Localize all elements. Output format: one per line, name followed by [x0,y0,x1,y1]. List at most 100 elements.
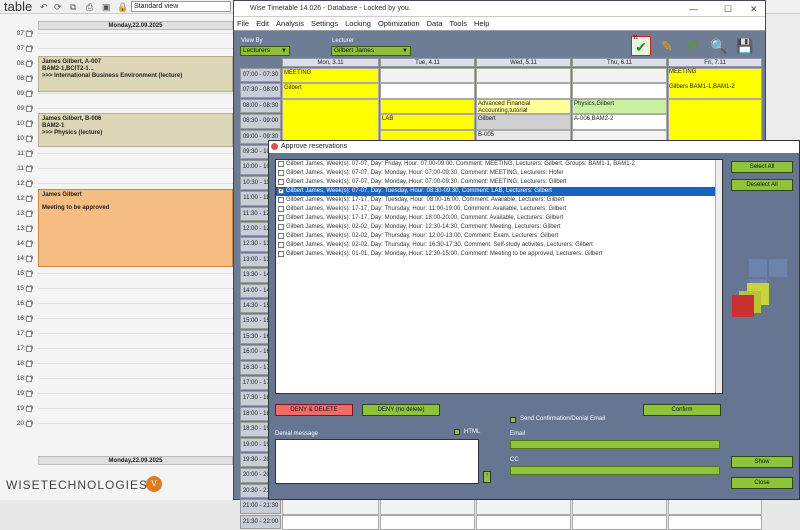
reservation-row[interactable]: Gilbert James, Week(s): 17-17, Day: Mond… [276,214,722,223]
denial-message-textarea[interactable] [275,439,479,484]
slot-checkbox[interactable] [26,316,32,322]
timetable-event[interactable]: MEETING [668,68,762,83]
timetable-event[interactable]: A-006,BAM2-2 [572,114,667,130]
timetable-event[interactable]: Advanced Financial Accounting,tutorial [476,98,571,115]
view-by-select[interactable]: Lecturers ▼ [240,46,290,56]
lecturer-select[interactable]: Gilbert James ▼ [331,46,411,56]
timetable-event[interactable]: Gilbers BAM1-1,BAM1-2 [668,83,762,98]
reservation-checkbox[interactable] [278,251,284,257]
grid-cell[interactable] [282,499,379,515]
reservation-checkbox[interactable] [278,179,284,185]
slot-checkbox[interactable] [26,181,32,187]
slot-checkbox[interactable] [26,136,32,142]
event-block[interactable]: James Gilbert, A-007 BAM2-1,BCIT2-1... >… [38,56,233,92]
save-disk-icon[interactable]: 💾 [735,36,755,56]
reservation-row[interactable]: Gilbert James, Week(s): 02-02, Day: Thur… [276,232,722,241]
slot-checkbox[interactable] [26,76,32,82]
slot-checkbox[interactable] [26,106,32,112]
reservation-checkbox[interactable] [278,233,284,239]
menu-item-data[interactable]: Data [427,19,443,28]
timetable-event[interactable] [282,98,379,145]
slot-checkbox[interactable] [26,61,32,67]
slot-checkbox[interactable] [26,406,32,412]
slot-checkbox[interactable] [26,346,32,352]
grid-cell[interactable] [476,499,571,515]
copy-icon[interactable]: ⧉ [70,2,76,13]
grid-cell[interactable] [572,514,667,530]
reservation-checkbox[interactable] [278,170,284,176]
slot-checkbox[interactable] [26,91,32,97]
deny-no-delete-button[interactable]: DENY (no delete) [362,404,440,416]
save-icon[interactable]: ▣ [102,2,111,13]
event-block[interactable]: James Gilbert, B-006 BAM2-1 >>> Physics … [38,113,233,147]
slot-checkbox[interactable] [26,151,32,157]
reservation-row[interactable]: Gilbert James, Week(s): 07-07, Day: Frid… [276,160,722,169]
slot-checkbox[interactable] [26,286,32,292]
menu-item-help[interactable]: Help [474,19,489,28]
reservation-list[interactable]: Gilbert James, Week(s): 07-07, Day: Frid… [275,159,723,394]
grid-cell[interactable] [572,68,667,84]
email-field[interactable] [510,440,720,449]
close-button[interactable]: Close [731,477,793,489]
slot-checkbox[interactable] [26,361,32,367]
maximize-icon[interactable]: ☐ [724,1,732,17]
timetable-event[interactable]: MEETING [282,68,379,84]
reservation-row[interactable]: Gilbert James, Week(s): 07-07, Day: Mond… [276,178,722,187]
view-select[interactable]: Standard view [131,1,231,12]
timetable-event[interactable] [668,98,762,145]
reservation-row[interactable]: Gilbert James, Week(s): 01-01, Day: Mond… [276,250,722,259]
reservation-row[interactable]: Gilbert James, Week(s): 17-17, Day: Thur… [276,205,722,214]
grid-cell[interactable] [572,499,667,515]
reservation-row[interactable]: Gilbert James, Week(s): 02-02, Day: Mond… [276,223,722,232]
grid-cell[interactable] [668,499,762,515]
menu-item-settings[interactable]: Settings [311,19,338,28]
menu-item-analysis[interactable]: Analysis [276,19,304,28]
grid-cell[interactable] [476,83,571,99]
reservation-checkbox[interactable] [278,161,284,167]
confirm-button[interactable]: Confirm [643,404,721,416]
timetable-event[interactable]: Gilbert [282,83,379,99]
deselect-all-button[interactable]: Deselect All [731,179,793,191]
reservation-checkbox[interactable] [278,215,284,221]
undo-icon[interactable]: ↶ [40,2,48,13]
html-checkbox[interactable] [454,429,460,435]
grid-cell[interactable] [380,514,475,530]
slot-checkbox[interactable] [26,196,32,202]
grid-cell[interactable] [668,514,762,530]
slot-checkbox[interactable] [26,421,32,427]
event-block-pending[interactable]: James Gilbert Meeting to be approved [38,189,233,267]
grid-cell[interactable] [572,83,667,99]
menu-item-tools[interactable]: Tools [449,19,467,28]
list-scrollbar[interactable] [715,160,722,393]
reservation-checkbox[interactable] [278,224,284,230]
timetable-event[interactable]: LAB [380,114,475,130]
show-button[interactable]: Show [731,456,793,468]
slot-checkbox[interactable] [26,226,32,232]
print-icon[interactable]: ⎙ [86,2,93,13]
grid-cell[interactable] [476,514,571,530]
slot-checkbox[interactable] [26,301,32,307]
reservation-checkbox[interactable] [278,197,284,203]
slot-checkbox[interactable] [26,391,32,397]
slot-checkbox[interactable] [26,331,32,337]
reservation-checkbox[interactable] [278,242,284,248]
grid-cell[interactable] [282,514,379,530]
reservation-row[interactable]: ✓ Gilbert James, Week(s): 07-07, Day: Tue… [276,187,722,196]
search-icon[interactable]: 🔍 [709,36,729,56]
grid-cell[interactable] [380,68,475,84]
timetable-event[interactable] [380,98,475,115]
slot-checkbox[interactable] [26,271,32,277]
menu-item-locking[interactable]: Locking [345,19,371,28]
slot-checkbox[interactable] [26,121,32,127]
slot-checkbox[interactable] [26,256,32,262]
lock-icon[interactable]: 🔒 [117,2,128,13]
send-email-checkbox[interactable] [510,417,516,423]
reservation-row[interactable]: Gilbert James, Week(s): 02-02, Day: Thur… [276,241,722,250]
reservation-row[interactable]: Gilbert James, Week(s): 17-17, Day: Tues… [276,196,722,205]
cc-field[interactable] [510,466,720,475]
slot-checkbox[interactable] [26,241,32,247]
deny-delete-button[interactable]: DENY & DELETE [275,404,353,416]
refresh-icon[interactable]: ⟳ [54,2,62,13]
grid-cell[interactable] [380,499,475,515]
slot-checkbox[interactable] [26,46,32,52]
